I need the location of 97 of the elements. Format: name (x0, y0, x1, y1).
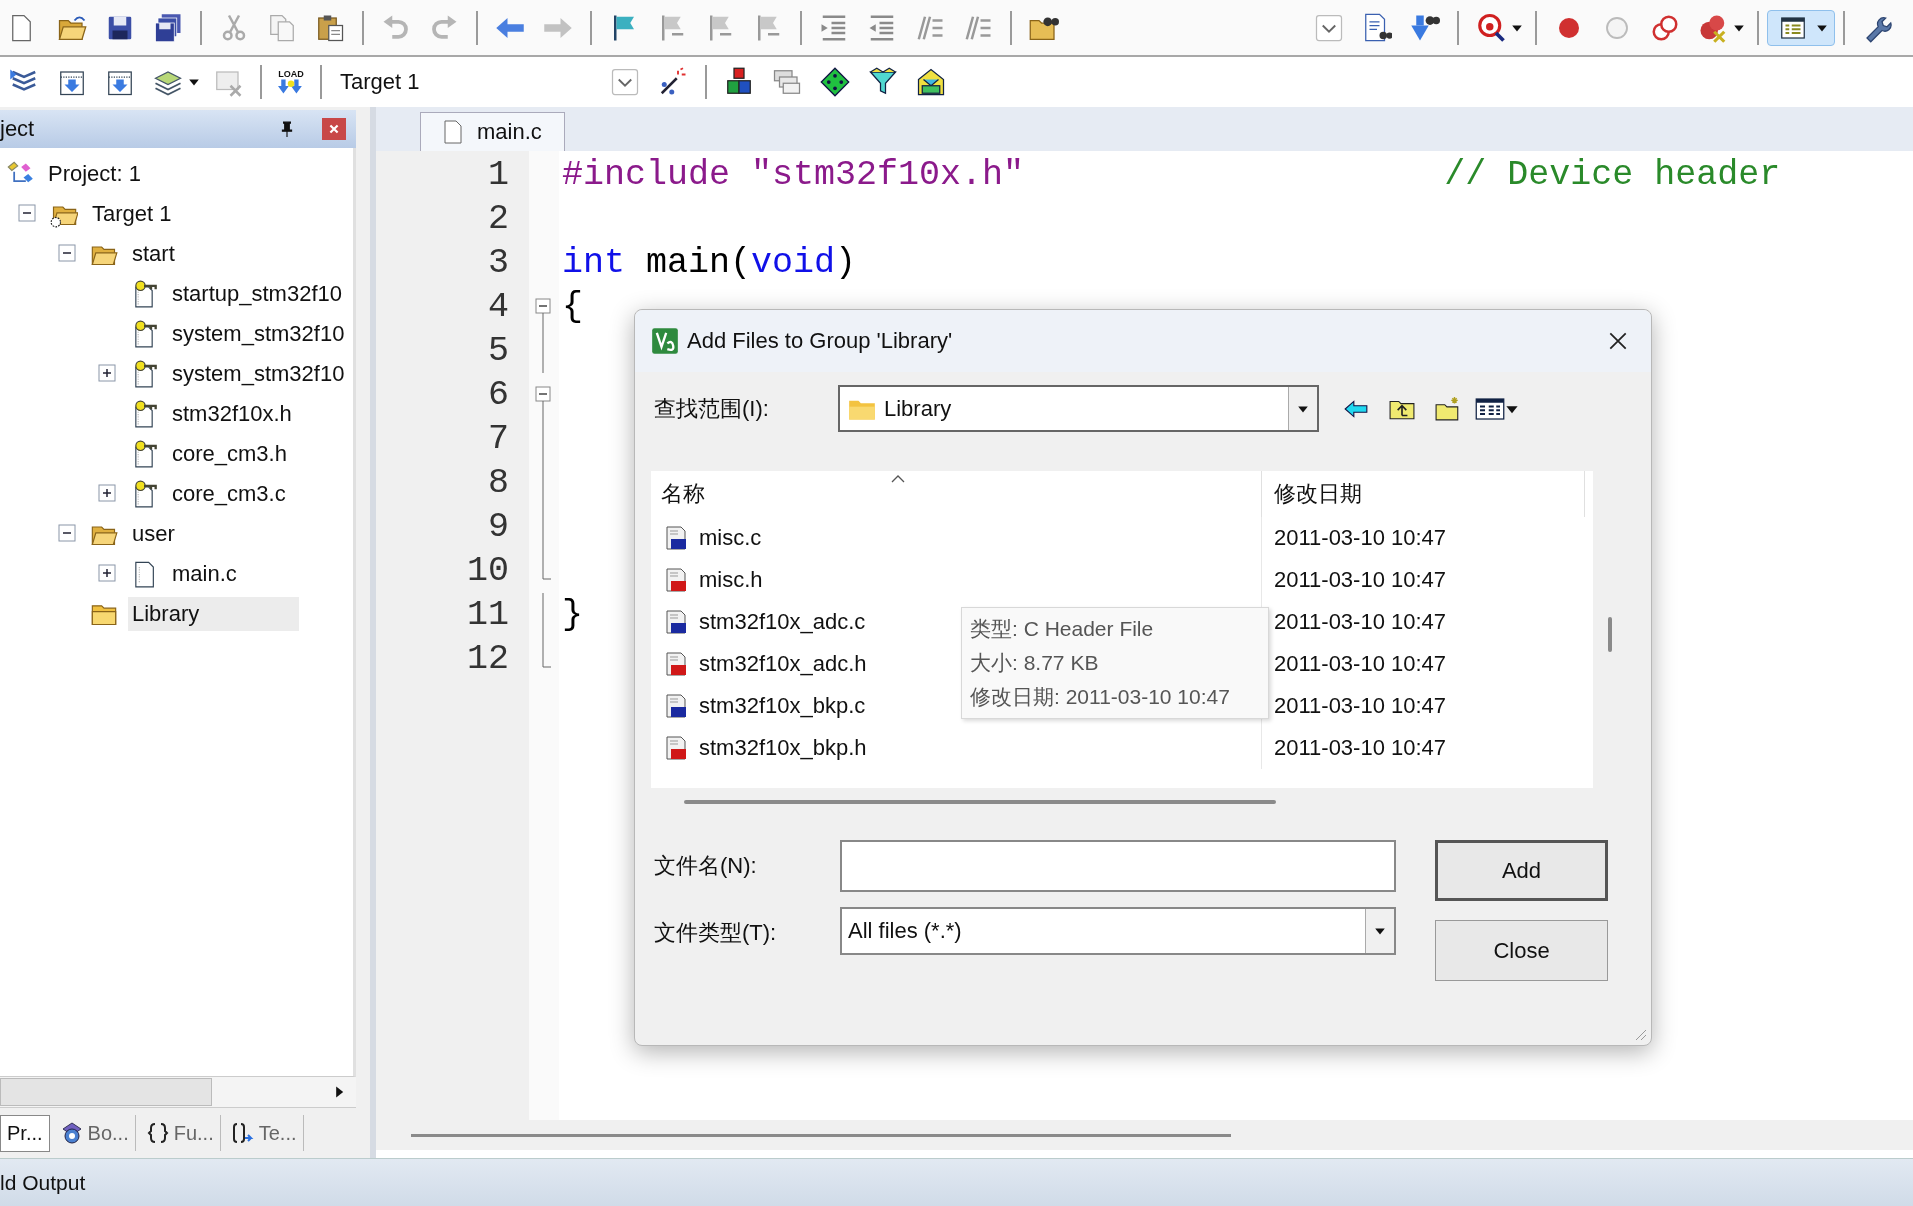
expander-icon[interactable] (98, 484, 116, 502)
file-name-label: 文件名(N): (653, 852, 758, 880)
close-icon[interactable] (1607, 330, 1629, 352)
line-number: 10 (467, 551, 510, 591)
sort-icon (891, 475, 905, 483)
header-file-icon (665, 735, 687, 761)
line-number: 5 (488, 331, 510, 371)
dialog-title: Add Files to Group 'Library' (687, 328, 954, 354)
tree-item[interactable]: Target 1 (88, 197, 176, 231)
file-tab[interactable]: main.c (420, 112, 565, 151)
file-name[interactable]: misc.c (699, 525, 762, 551)
file-name[interactable]: stm32f10x_adc.c (699, 609, 866, 635)
line-number: 7 (488, 419, 510, 459)
resize-grip-icon[interactable] (1633, 1027, 1647, 1041)
app-logo-icon (651, 327, 679, 355)
tooltip-text: 类型: C Header File (970, 616, 1155, 642)
dropdown-icon[interactable] (1314, 12, 1344, 43)
pin-icon[interactable] (280, 121, 294, 137)
code-line: int main(void) (562, 243, 857, 283)
file-name[interactable]: stm32f10x_bkp.c (699, 693, 866, 719)
line-number: 2 (488, 199, 510, 239)
c-file-icon (665, 693, 687, 719)
line-number: 4 (488, 287, 510, 327)
close-icon (328, 123, 340, 135)
tree-item[interactable]: system_stm32f10 (168, 317, 349, 351)
file-type-label: 文件类型(T): (653, 919, 778, 947)
panel-tab[interactable]: Bo... (53, 1115, 136, 1151)
expander-icon[interactable] (98, 564, 116, 582)
c-file-icon (665, 525, 687, 551)
file-name[interactable]: misc.h (699, 567, 763, 593)
code-line: { (562, 287, 583, 327)
line-number: 11 (467, 595, 510, 635)
new-folder-icon[interactable] (1435, 395, 1461, 422)
funnel-icon[interactable] (868, 67, 898, 97)
expander-icon[interactable] (58, 244, 76, 262)
expander-icon[interactable] (58, 524, 76, 542)
line-number: 8 (488, 463, 510, 503)
tree-item[interactable]: core_cm3.h (168, 437, 291, 471)
braces-icon (145, 1121, 170, 1145)
modified-date: 2011-03-10 10:47 (1261, 727, 1447, 769)
tree-item[interactable]: system_stm32f10 (168, 357, 349, 391)
dropdown-icon[interactable] (610, 67, 640, 97)
column-header[interactable]: 修改日期 (1261, 471, 1585, 517)
output-panel-title: ld Output (0, 1170, 86, 1195)
tree-item[interactable]: Library (128, 597, 300, 631)
modified-date: 2011-03-10 10:47 (1261, 517, 1447, 559)
horizontal-scrollbar[interactable] (0, 1077, 356, 1108)
look-in-select[interactable]: Library (838, 385, 1319, 432)
tree-item[interactable]: user (128, 517, 179, 551)
file-name[interactable]: stm32f10x_adc.h (699, 651, 867, 677)
tree-item[interactable]: stm32f10x.h (168, 397, 296, 431)
code-line: #include "stm32f10x.h" // Device header (562, 155, 1781, 195)
file-icon (443, 120, 463, 144)
line-number: 9 (488, 507, 510, 547)
line-number: 3 (488, 243, 510, 283)
horizontal-scrollbar[interactable] (376, 1120, 1913, 1150)
tree-item[interactable]: core_cm3.c (168, 477, 290, 511)
tooltip-text: 大小: 8.77 KB (970, 650, 1100, 676)
package-icon[interactable] (916, 67, 946, 97)
expander-icon[interactable] (98, 364, 116, 382)
save-all-icon[interactable] (153, 12, 183, 43)
c-file-icon (665, 609, 687, 635)
header-file-icon (665, 651, 687, 677)
column-header[interactable]: 名称 (651, 479, 1261, 509)
diamond-icon[interactable] (820, 67, 850, 97)
tree-item[interactable]: startup_stm32f10 (168, 277, 346, 311)
panel-title: ject (0, 116, 36, 142)
debug-magnifier-icon[interactable] (1476, 12, 1506, 43)
file-type-select[interactable]: All files (*.*) (840, 907, 1396, 955)
panel-tab[interactable]: Fu... (139, 1115, 221, 1151)
look-in-label: 查找范围(I): (653, 394, 770, 423)
code-line: } (562, 595, 583, 635)
tree-item[interactable]: start (128, 237, 179, 271)
line-number: 12 (467, 639, 510, 679)
file-name-field[interactable] (840, 840, 1396, 892)
line-number: 1 (488, 155, 510, 195)
expander-icon[interactable] (18, 204, 36, 222)
file-name[interactable]: stm32f10x_bkp.h (699, 735, 867, 761)
panel-tab[interactable]: Pr... (0, 1114, 50, 1152)
magic-wand-icon[interactable] (658, 67, 688, 97)
line-number: 6 (488, 375, 510, 415)
modified-date: 2011-03-10 10:47 (1261, 559, 1447, 601)
close-button[interactable]: Close (1435, 920, 1608, 981)
target-select[interactable]: Target 1 (330, 69, 610, 95)
header-file-icon (665, 567, 687, 593)
template-icon (230, 1121, 255, 1145)
tree-item[interactable]: Project: 1 (44, 157, 145, 191)
add-button[interactable]: Add (1435, 840, 1608, 901)
tooltip-text: 修改日期: 2011-03-10 10:47 (970, 684, 1231, 710)
find-document-icon[interactable] (1362, 12, 1392, 43)
tree-item[interactable]: main.c (168, 557, 241, 591)
panel-tab[interactable]: Te... (224, 1115, 304, 1151)
window-button[interactable] (1767, 9, 1835, 46)
view-menu-icon[interactable] (1475, 395, 1505, 422)
cubes-icon[interactable] (724, 67, 754, 97)
close-button[interactable] (322, 118, 346, 140)
windows-stack-icon[interactable] (772, 67, 802, 97)
